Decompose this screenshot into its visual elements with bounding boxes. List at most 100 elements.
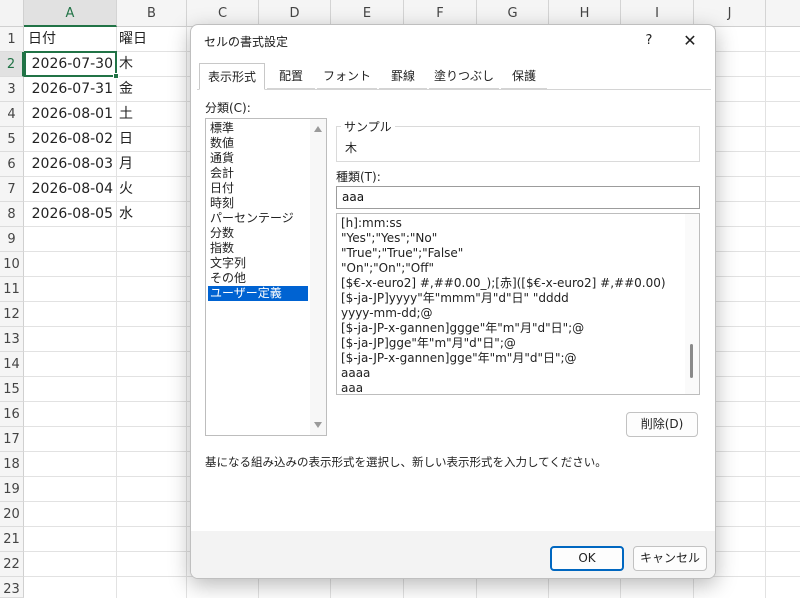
help-button[interactable]: ?: [637, 29, 661, 53]
column-header-j[interactable]: J: [694, 0, 766, 27]
tab-font[interactable]: フォント: [317, 65, 377, 89]
row-header[interactable]: 3: [0, 77, 24, 102]
row-header[interactable]: 23: [0, 577, 24, 598]
cell-b8[interactable]: 水: [117, 202, 185, 227]
format-scrollbar[interactable]: [685, 214, 699, 394]
tab-number-format[interactable]: 表示形式: [199, 63, 265, 90]
cell-a6[interactable]: 2026-08-03: [25, 152, 115, 177]
category-item[interactable]: 会計: [208, 166, 308, 181]
cell-b4[interactable]: 土: [117, 102, 185, 127]
sample-value: 木: [345, 141, 358, 155]
category-item[interactable]: 指数: [208, 241, 308, 256]
format-code-item[interactable]: [$-ja-JP-x-gannen]gge"年"m"月"d"日";@: [341, 351, 681, 365]
tab-fill[interactable]: 塗りつぶし: [429, 65, 499, 89]
category-item[interactable]: パーセンテージ: [208, 211, 308, 226]
active-cell-border: [24, 51, 117, 77]
column-header-a[interactable]: A: [24, 0, 117, 27]
cell-a4[interactable]: 2026-08-01: [25, 102, 115, 127]
tab-border[interactable]: 罫線: [379, 65, 427, 89]
row-header[interactable]: 2: [0, 52, 24, 77]
category-item[interactable]: 標準: [208, 121, 308, 136]
row-header[interactable]: 21: [0, 527, 24, 552]
row-header[interactable]: 13: [0, 327, 24, 352]
row-header[interactable]: 14: [0, 352, 24, 377]
cell-b2[interactable]: 木: [117, 52, 185, 77]
row-header[interactable]: 15: [0, 377, 24, 402]
close-icon[interactable]: ✕: [677, 29, 703, 53]
format-code-item[interactable]: "Yes";"Yes";"No": [341, 231, 681, 245]
cancel-button[interactable]: キャンセル: [633, 546, 707, 571]
column-header-h[interactable]: H: [549, 0, 621, 27]
cell-b7[interactable]: 火: [117, 177, 185, 202]
row-header[interactable]: 8: [0, 202, 24, 227]
column-header-g[interactable]: G: [477, 0, 549, 27]
column-header-e[interactable]: E: [331, 0, 404, 27]
cell-a1[interactable]: 日付: [25, 27, 115, 52]
category-label: 分類(C):: [205, 101, 251, 115]
cell-b5[interactable]: 日: [117, 127, 185, 152]
category-item[interactable]: 文字列: [208, 256, 308, 271]
format-code-item[interactable]: [$-ja-JP]gge"年"m"月"d"日";@: [341, 336, 681, 350]
column-header-b[interactable]: B: [117, 0, 187, 27]
category-list[interactable]: 標準 数値 通貨 会計 日付 時刻 パーセンテージ 分数 指数 文字列 その他 …: [205, 118, 327, 436]
format-code-item[interactable]: "On";"On";"Off": [341, 261, 681, 275]
column-header-c[interactable]: C: [187, 0, 259, 27]
category-item[interactable]: 日付: [208, 181, 308, 196]
cell-a8[interactable]: 2026-08-05: [25, 202, 115, 227]
row-header[interactable]: 7: [0, 177, 24, 202]
format-code-item[interactable]: aaa: [341, 381, 681, 394]
cell-b3[interactable]: 金: [117, 77, 185, 102]
format-code-item[interactable]: [h]:mm:ss: [341, 216, 681, 230]
category-item-selected[interactable]: ユーザー定義: [208, 286, 308, 301]
format-scroll-thumb[interactable]: [690, 344, 693, 378]
category-item[interactable]: その他: [208, 271, 308, 286]
column-header-k[interactable]: [766, 0, 800, 27]
category-item[interactable]: 数値: [208, 136, 308, 151]
format-code-item[interactable]: yyyy-mm-dd;@: [341, 306, 681, 320]
cell-b1[interactable]: 曜日: [117, 27, 185, 52]
row-header[interactable]: 11: [0, 277, 24, 302]
scroll-down-icon[interactable]: [314, 422, 322, 428]
format-code-item[interactable]: [$-ja-JP]yyyy"年"mmm"月"d"日" "dddd: [341, 291, 681, 305]
column-header-i[interactable]: I: [621, 0, 694, 27]
select-all-corner[interactable]: [0, 0, 24, 27]
row-header[interactable]: 17: [0, 427, 24, 452]
scroll-up-icon[interactable]: [314, 126, 322, 132]
row-header[interactable]: 1: [0, 27, 24, 52]
row-header[interactable]: 6: [0, 152, 24, 177]
tab-protection[interactable]: 保護: [501, 65, 547, 89]
format-code-list[interactable]: [h]:mm:ss "Yes";"Yes";"No" "True";"True"…: [336, 213, 700, 395]
dialog-titlebar[interactable]: セルの書式設定 ? ✕: [191, 25, 715, 57]
dialog-footer: OK キャンセル: [191, 531, 715, 578]
fill-handle[interactable]: [113, 73, 119, 79]
row-header[interactable]: 20: [0, 502, 24, 527]
format-code-item[interactable]: "True";"True";"False": [341, 246, 681, 260]
tab-divider: [197, 89, 711, 90]
delete-button[interactable]: 削除(D): [626, 412, 698, 437]
row-header[interactable]: 18: [0, 452, 24, 477]
cell-b6[interactable]: 月: [117, 152, 185, 177]
column-header-d[interactable]: D: [259, 0, 331, 27]
format-code-item[interactable]: aaaa: [341, 366, 681, 380]
cell-a5[interactable]: 2026-08-02: [25, 127, 115, 152]
cell-a7[interactable]: 2026-08-04: [25, 177, 115, 202]
row-header[interactable]: 5: [0, 127, 24, 152]
format-code-item[interactable]: [$€-x-euro2] #,##0.00_);[赤]([$€-x-euro2]…: [341, 276, 681, 290]
category-item[interactable]: 通貨: [208, 151, 308, 166]
row-header[interactable]: 12: [0, 302, 24, 327]
column-header-f[interactable]: F: [404, 0, 477, 27]
tab-alignment[interactable]: 配置: [267, 65, 315, 89]
row-header[interactable]: 9: [0, 227, 24, 252]
type-input[interactable]: aaa: [336, 186, 700, 209]
ok-button[interactable]: OK: [550, 546, 624, 571]
format-code-item[interactable]: [$-ja-JP-x-gannen]ggge"年"m"月"d"日";@: [341, 321, 681, 335]
row-header[interactable]: 19: [0, 477, 24, 502]
row-header[interactable]: 16: [0, 402, 24, 427]
category-item[interactable]: 時刻: [208, 196, 308, 211]
cell-a3[interactable]: 2026-07-31: [25, 77, 115, 102]
category-item[interactable]: 分数: [208, 226, 308, 241]
row-header[interactable]: 4: [0, 102, 24, 127]
category-scrollbar[interactable]: [310, 119, 326, 435]
row-header[interactable]: 10: [0, 252, 24, 277]
row-header[interactable]: 22: [0, 552, 24, 577]
